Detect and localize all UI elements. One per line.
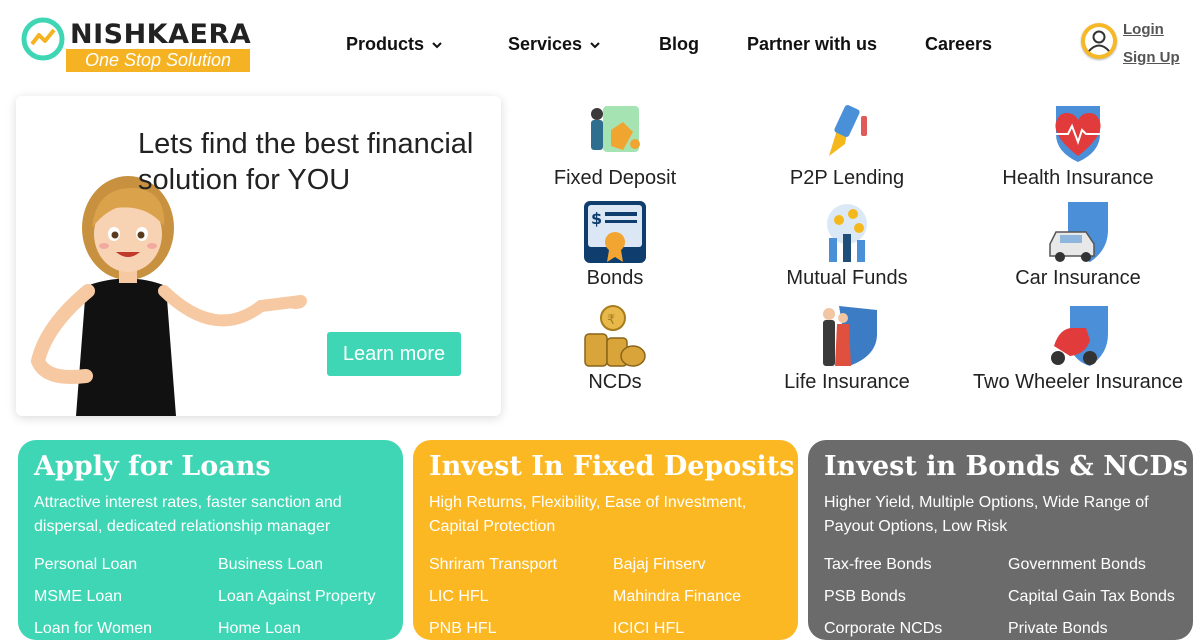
health-insurance-icon	[1055, 106, 1102, 162]
card-description: Attractive interest rates, faster sancti…	[34, 494, 342, 535]
product-mutual-funds[interactable]: Mutual Funds	[737, 200, 957, 290]
nav-careers[interactable]: Careers	[925, 32, 992, 56]
product-two-wheeler-insurance[interactable]: Two Wheeler Insurance	[968, 304, 1188, 394]
p2p-lending-icon	[829, 105, 867, 156]
product-label: NCDs	[588, 371, 642, 393]
fixed-deposits-card: Invest In Fixed Deposits High Returns, F…	[413, 440, 798, 640]
product-bonds[interactable]: $ Bonds	[505, 200, 725, 290]
nav-services[interactable]: Services	[508, 32, 600, 56]
brand-tagline: One Stop Solution	[66, 49, 250, 72]
loans-card: Apply for Loans Attractive interest rate…	[18, 440, 403, 640]
link-icici-hfl[interactable]: ICICI HFL	[613, 620, 684, 638]
brand-name: NISHKAERA	[70, 19, 252, 50]
product-fixed-deposit[interactable]: Fixed Deposit	[505, 100, 725, 190]
product-car-insurance[interactable]: Car Insurance	[968, 200, 1188, 290]
link-pnb-hfl[interactable]: PNB HFL	[429, 620, 497, 638]
link-corporate-ncds[interactable]: Corporate NCDs	[824, 620, 942, 638]
product-p2p-lending[interactable]: P2P Lending	[737, 100, 957, 190]
link-personal-loan[interactable]: Personal Loan	[34, 556, 137, 574]
nav-partner[interactable]: Partner with us	[747, 32, 877, 56]
link-government-bonds[interactable]: Government Bonds	[1008, 556, 1146, 574]
link-mahindra-finance[interactable]: Mahindra Finance	[613, 588, 741, 606]
nav-blog[interactable]: Blog	[659, 32, 699, 56]
life-insurance-icon	[823, 306, 877, 366]
product-life-insurance[interactable]: Life Insurance	[737, 304, 957, 394]
woman-illustration	[30, 176, 307, 416]
card-title: Invest In Fixed Deposits	[429, 451, 795, 482]
link-private-bonds[interactable]: Private Bonds	[1008, 620, 1108, 638]
product-label: Two Wheeler Insurance	[972, 371, 1184, 393]
nav-services-label: Services	[508, 34, 583, 54]
card-description: Higher Yield, Multiple Options, Wide Ran…	[824, 494, 1149, 535]
site-logo[interactable]: NISHKAERA One Stop Solution	[20, 14, 252, 74]
nav-products[interactable]: Products	[346, 32, 442, 56]
link-capital-gain-tax-bonds[interactable]: Capital Gain Tax Bonds	[1008, 588, 1175, 606]
product-label: Car Insurance	[1015, 267, 1141, 289]
product-label: Health Insurance	[1002, 167, 1154, 189]
bonds-icon: $	[584, 201, 646, 263]
link-lic-hfl[interactable]: LIC HFL	[429, 588, 489, 606]
link-msme-loan[interactable]: MSME Loan	[34, 588, 122, 606]
login-link[interactable]: Login	[1123, 21, 1164, 38]
link-psb-bonds[interactable]: PSB Bonds	[824, 588, 906, 606]
svg-text:$: $	[591, 209, 602, 228]
svg-text:₹: ₹	[607, 313, 615, 328]
mutual-funds-icon	[827, 204, 867, 262]
link-bajaj-finserv[interactable]: Bajaj Finserv	[613, 556, 705, 574]
card-title: Invest in Bonds & NCDs	[824, 451, 1188, 482]
link-tax-free-bonds[interactable]: Tax-free Bonds	[824, 556, 932, 574]
hero-card: Lets find the best financial solution fo…	[16, 96, 501, 416]
user-avatar-icon[interactable]	[1081, 23, 1117, 59]
bonds-ncds-card: Invest in Bonds & NCDs Higher Yield, Mul…	[808, 440, 1193, 640]
chevron-down-icon	[432, 42, 442, 49]
two-wheeler-insurance-icon	[1051, 306, 1108, 366]
learn-more-button[interactable]: Learn more	[327, 332, 461, 376]
fixed-deposit-icon	[591, 106, 640, 152]
product-label: Mutual Funds	[786, 267, 908, 289]
product-label: Fixed Deposit	[553, 167, 677, 189]
logo-mark-icon	[21, 17, 65, 61]
link-loan-for-women[interactable]: Loan for Women	[34, 620, 152, 638]
product-label: Life Insurance	[784, 371, 910, 393]
user-icon	[1085, 27, 1113, 55]
product-ncds[interactable]: ₹ NCDs	[505, 304, 725, 394]
car-insurance-icon	[1049, 202, 1108, 262]
product-health-insurance[interactable]: Health Insurance	[968, 100, 1188, 190]
link-loan-against-property[interactable]: Loan Against Property	[218, 588, 375, 606]
product-label: P2P Lending	[789, 167, 905, 189]
chevron-down-icon	[590, 42, 600, 49]
signup-link[interactable]: Sign Up	[1123, 49, 1180, 66]
nav-products-label: Products	[346, 34, 425, 54]
card-description: High Returns, Flexibility, Ease of Inves…	[429, 494, 747, 535]
link-home-loan[interactable]: Home Loan	[218, 620, 301, 638]
link-shriram-transport[interactable]: Shriram Transport	[429, 556, 557, 574]
hero-title: Lets find the best financial solution fo…	[138, 128, 474, 196]
ncds-icon: ₹	[584, 305, 646, 367]
link-business-loan[interactable]: Business Loan	[218, 556, 323, 574]
product-label: Bonds	[586, 267, 644, 289]
card-title: Apply for Loans	[34, 451, 271, 482]
